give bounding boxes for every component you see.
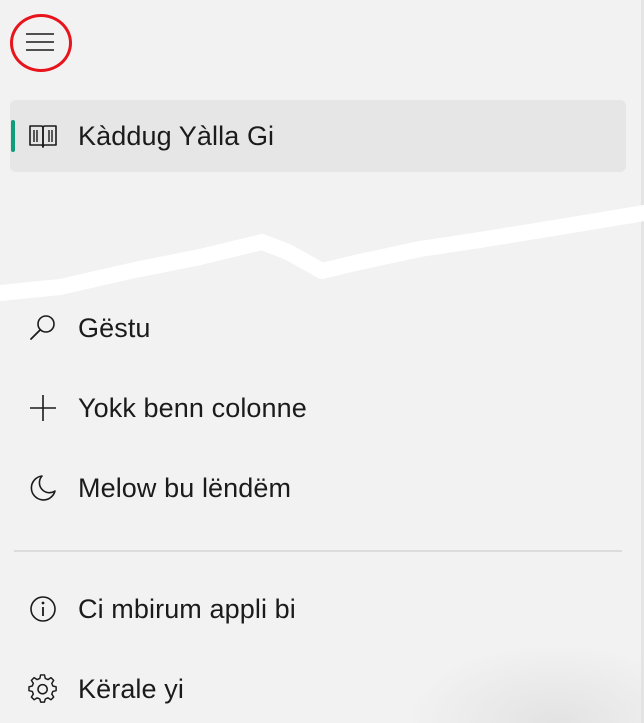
nav-item-label: Kàddug Yàlla Gi: [78, 120, 275, 151]
nav-item-dark-mode[interactable]: Melow bu lëndëm: [10, 452, 626, 524]
hamburger-icon: [26, 33, 54, 51]
info-icon: [27, 593, 59, 625]
nav-item-bible[interactable]: Kàddug Yàlla Gi: [10, 100, 626, 172]
hamburger-menu-button[interactable]: [10, 14, 74, 76]
nav-item-label: Gëstu: [78, 312, 151, 343]
plus-icon: [27, 392, 59, 424]
gear-icon: [27, 673, 59, 705]
navigation-pane: Kàddug Yàlla Gi Gëstu Yokk benn colonne: [0, 0, 644, 723]
nav-item-add-column[interactable]: Yokk benn colonne: [10, 372, 626, 444]
nav-item-label: Ci mbirum appli bi: [78, 593, 296, 624]
nav-item-label: Melow bu lëndëm: [78, 472, 292, 503]
nav-item-label: Kërale yi: [78, 673, 184, 704]
moon-icon: [27, 472, 59, 504]
selection-indicator: [11, 120, 15, 152]
nav-item-search[interactable]: Gëstu: [10, 292, 626, 364]
nav-item-label: Yokk benn colonne: [78, 392, 307, 423]
book-icon: [27, 120, 59, 152]
section-divider: [14, 550, 622, 552]
nav-item-settings[interactable]: Kërale yi: [10, 653, 626, 723]
search-icon: [27, 312, 59, 344]
nav-item-about[interactable]: Ci mbirum appli bi: [10, 573, 626, 645]
